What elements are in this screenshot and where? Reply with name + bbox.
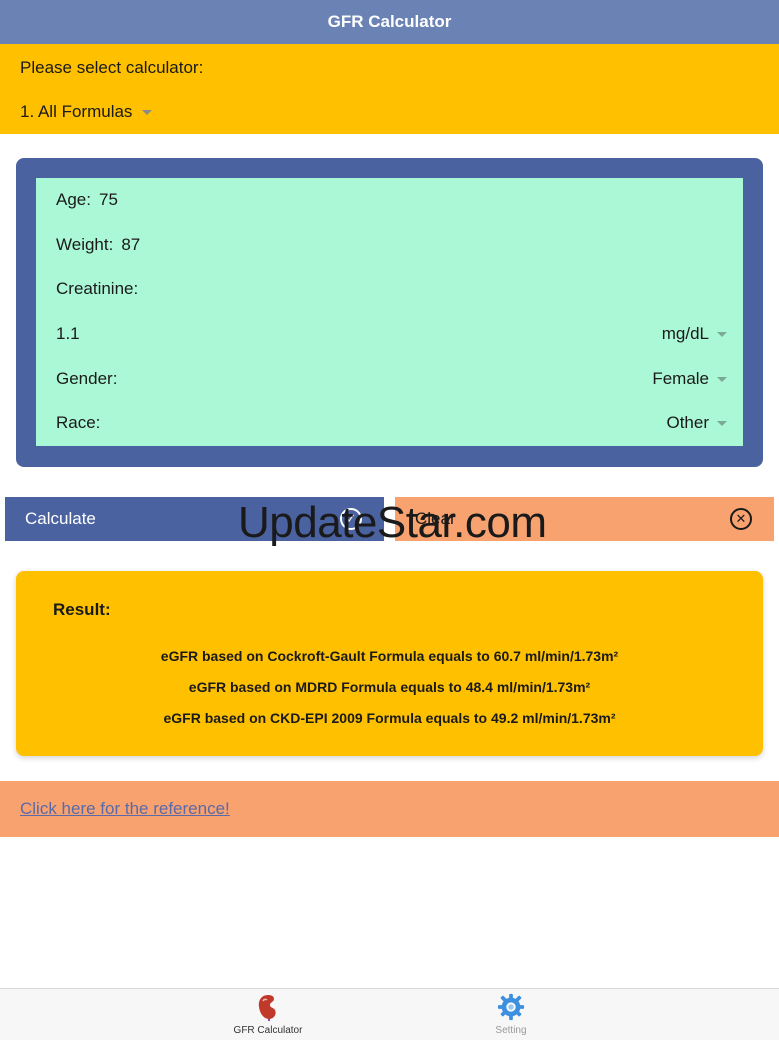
gender-dropdown[interactable]: Female xyxy=(652,369,727,389)
kidney-icon xyxy=(258,995,276,1021)
calculator-dropdown-value: 1. All Formulas xyxy=(20,102,133,121)
page-title: GFR Calculator xyxy=(327,12,452,31)
reference-panel: Click here for the reference! xyxy=(0,781,779,837)
result-line-cockroft-gault: eGFR based on Cockroft-Gault Formula equ… xyxy=(160,648,619,664)
creatinine-field[interactable]: 1.1 xyxy=(56,324,80,344)
calculator-dropdown[interactable]: 1. All Formulas xyxy=(20,102,153,122)
check-circle-icon: ✓ xyxy=(340,508,362,530)
gender-value: Female xyxy=(652,369,709,388)
creatinine-row[interactable]: 1.1 mg/dL xyxy=(56,322,727,346)
race-value: Other xyxy=(666,413,709,432)
chevron-down-icon xyxy=(142,109,153,115)
calculate-button[interactable]: Calculate ✓ xyxy=(5,497,384,541)
input-form: Age: 75 Weight: 87 Creatinine: 1.1 mg/dL… xyxy=(36,178,743,446)
result-panel: Result: eGFR based on Cockroft-Gault For… xyxy=(16,571,763,756)
creatinine-unit-value: mg/dL xyxy=(661,324,709,343)
creatinine-label: Creatinine: xyxy=(56,279,139,298)
creatinine-unit-dropdown[interactable]: mg/dL xyxy=(662,324,727,344)
tab-label: GFR Calculator xyxy=(233,1025,303,1036)
chevron-down-icon xyxy=(717,420,727,426)
tab-setting[interactable]: Setting xyxy=(451,993,571,1036)
result-line-mdrd: eGFR based on MDRD Formula equals to 48.… xyxy=(188,679,591,695)
age-row[interactable]: Age: 75 xyxy=(56,188,727,212)
gender-label: Gender: xyxy=(56,369,118,388)
calculate-button-label: Calculate xyxy=(25,509,96,528)
weight-label: Weight: xyxy=(56,235,114,254)
close-circle-icon: ✕ xyxy=(730,508,752,530)
selector-prompt: Please select calculator: xyxy=(20,58,204,77)
age-label: Age: xyxy=(56,190,91,209)
race-label: Race: xyxy=(56,413,101,432)
gear-icon xyxy=(497,993,525,1021)
race-dropdown[interactable]: Other xyxy=(666,413,727,433)
chevron-down-icon xyxy=(717,331,727,337)
creatinine-label-row: Creatinine: xyxy=(56,277,727,301)
tab-bar: GFR Calculator Setting xyxy=(0,988,779,1040)
reference-link[interactable]: Click here for the reference! xyxy=(20,799,230,819)
tab-label: Setting xyxy=(495,1025,527,1036)
nav-bar: GFR Calculator xyxy=(0,0,779,44)
clear-button[interactable]: Clear ✕ xyxy=(395,497,774,541)
result-line-ckd-epi: eGFR based on CKD-EPI 2009 Formula equal… xyxy=(163,710,616,726)
age-field[interactable]: 75 xyxy=(99,190,118,210)
weight-field[interactable]: 87 xyxy=(121,235,140,255)
race-row[interactable]: Race: Other xyxy=(56,411,727,435)
input-form-frame: Age: 75 Weight: 87 Creatinine: 1.1 mg/dL… xyxy=(16,158,763,467)
chevron-down-icon xyxy=(717,376,727,382)
weight-row[interactable]: Weight: 87 xyxy=(56,233,727,257)
clear-button-label: Clear xyxy=(415,509,456,528)
calculator-selector-panel: Please select calculator: 1. All Formula… xyxy=(0,44,779,134)
gender-row[interactable]: Gender: Female xyxy=(56,367,727,391)
tab-gfr-calculator[interactable]: GFR Calculator xyxy=(208,993,328,1036)
result-title: Result: xyxy=(53,600,111,619)
